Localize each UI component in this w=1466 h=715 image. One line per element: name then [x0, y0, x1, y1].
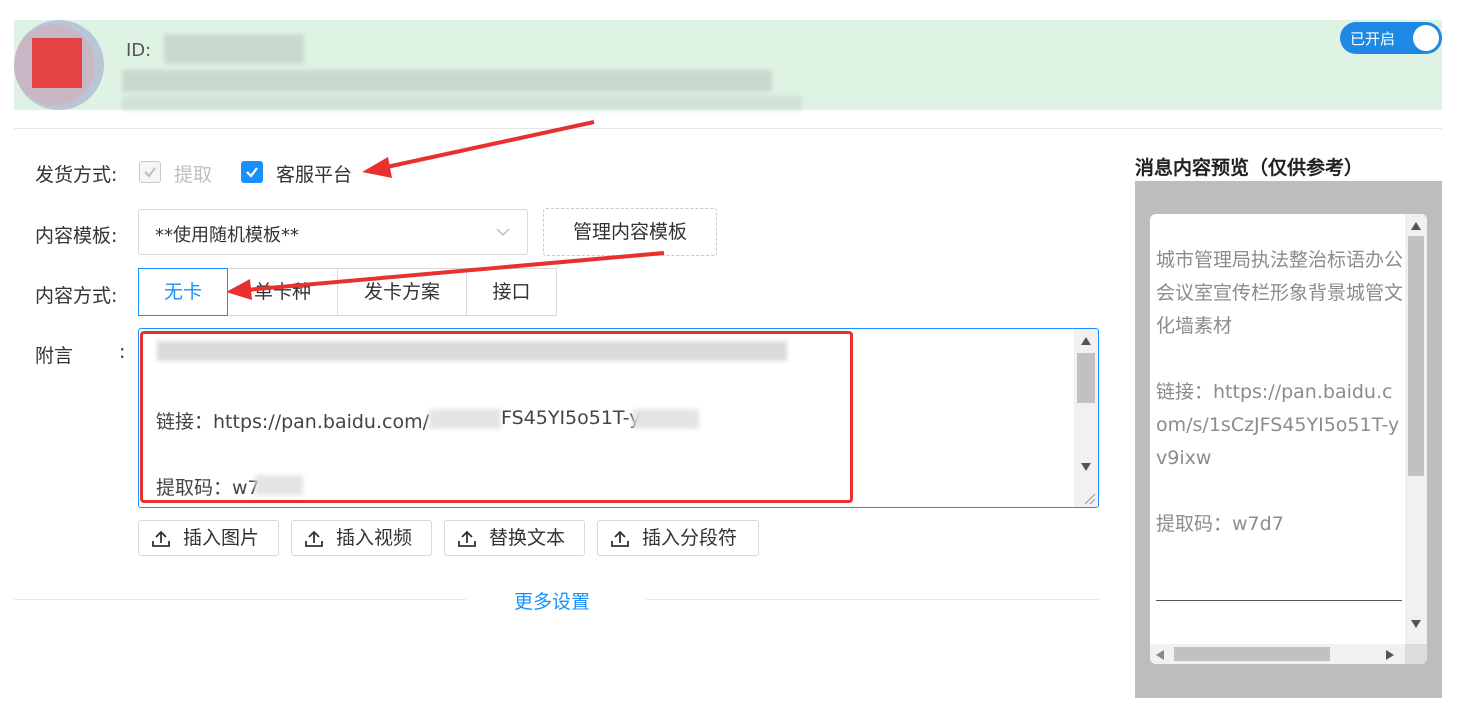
- redacted-name: [122, 70, 772, 92]
- more-settings-divider-right: [646, 599, 1099, 600]
- insert-image-button[interactable]: 插入图片: [138, 520, 279, 556]
- textarea-scrollbar[interactable]: [1074, 329, 1098, 507]
- upload-icon: [305, 530, 323, 547]
- preview-link-text: 链接：https://pan.baidu.com/s/1sCzJFS45YI5o…: [1156, 381, 1400, 469]
- delivery-method-label: 发货方式:: [35, 164, 118, 186]
- preview-panel: 城市管理局执法整治标语办公会议室宣传栏形象背景城管文化墙素材 链接：https:…: [1135, 181, 1442, 698]
- preview-vertical-scrollbar[interactable]: [1405, 214, 1427, 644]
- preview-code-text: 提取码：w7d7: [1156, 513, 1284, 535]
- header-divider: [14, 128, 1442, 129]
- scrollbar-corner: [1405, 644, 1427, 664]
- highlight-box: [140, 331, 853, 503]
- note-colon: :: [119, 341, 126, 363]
- content-mode-label: 内容方式:: [35, 285, 118, 307]
- resize-handle-icon[interactable]: [1083, 492, 1095, 504]
- enabled-toggle[interactable]: 已开启: [1340, 22, 1442, 54]
- replace-text-label: 替换文本: [489, 527, 566, 549]
- insert-separator-label: 插入分段符: [642, 527, 738, 549]
- redacted-subtitle: [122, 96, 802, 110]
- chevron-down-icon: [495, 224, 511, 244]
- upload-icon: [611, 530, 629, 547]
- avatar: [14, 20, 104, 110]
- note-label: 附言: [35, 345, 74, 367]
- more-settings-link[interactable]: 更多设置: [514, 587, 590, 614]
- insert-video-label: 插入视频: [336, 527, 413, 549]
- toggle-knob: [1413, 25, 1439, 51]
- insert-image-label: 插入图片: [183, 527, 260, 549]
- preview-horizontal-scrollbar[interactable]: [1150, 644, 1405, 664]
- mode-card-plan[interactable]: 发卡方案: [337, 268, 467, 316]
- insert-video-button[interactable]: 插入视频: [291, 520, 432, 556]
- extract-checkbox: [139, 161, 161, 183]
- mode-no-card[interactable]: 无卡: [138, 268, 228, 316]
- extract-option-label: 提取: [174, 164, 213, 186]
- preview-body-text: 城市管理局执法整治标语办公会议室宣传栏形象背景城管文化墙素材: [1156, 249, 1404, 337]
- arrow-to-service-platform: [362, 120, 595, 178]
- preview-divider: [1156, 600, 1402, 601]
- toggle-label: 已开启: [1350, 30, 1396, 48]
- replace-text-button[interactable]: 替换文本: [444, 520, 585, 556]
- preview-message[interactable]: 城市管理局执法整治标语办公会议室宣传栏形象背景城管文化墙素材 链接：https:…: [1150, 214, 1427, 664]
- account-id-label: ID:: [126, 40, 152, 61]
- manage-template-button[interactable]: 管理内容模板: [543, 208, 717, 256]
- mode-api[interactable]: 接口: [466, 268, 557, 316]
- service-platform-checkbox[interactable]: [241, 161, 263, 183]
- insert-separator-button[interactable]: 插入分段符: [597, 520, 759, 556]
- template-select[interactable]: **使用随机模板**: [138, 209, 528, 255]
- content-template-label: 内容模板:: [35, 225, 118, 247]
- upload-icon: [152, 530, 170, 547]
- service-platform-label[interactable]: 客服平台: [276, 160, 352, 187]
- mode-single-card[interactable]: 单卡种: [227, 268, 338, 316]
- preview-text: 城市管理局执法整治标语办公会议室宣传栏形象背景城管文化墙素材 链接：https:…: [1156, 244, 1404, 541]
- more-settings-divider-left: [14, 599, 466, 600]
- preview-title: 消息内容预览（仅供参考）: [1135, 157, 1364, 179]
- redacted-id: [164, 34, 304, 64]
- upload-icon: [458, 530, 476, 547]
- template-select-value: **使用随机模板**: [155, 225, 299, 246]
- account-header: ID: 已开启: [14, 20, 1442, 110]
